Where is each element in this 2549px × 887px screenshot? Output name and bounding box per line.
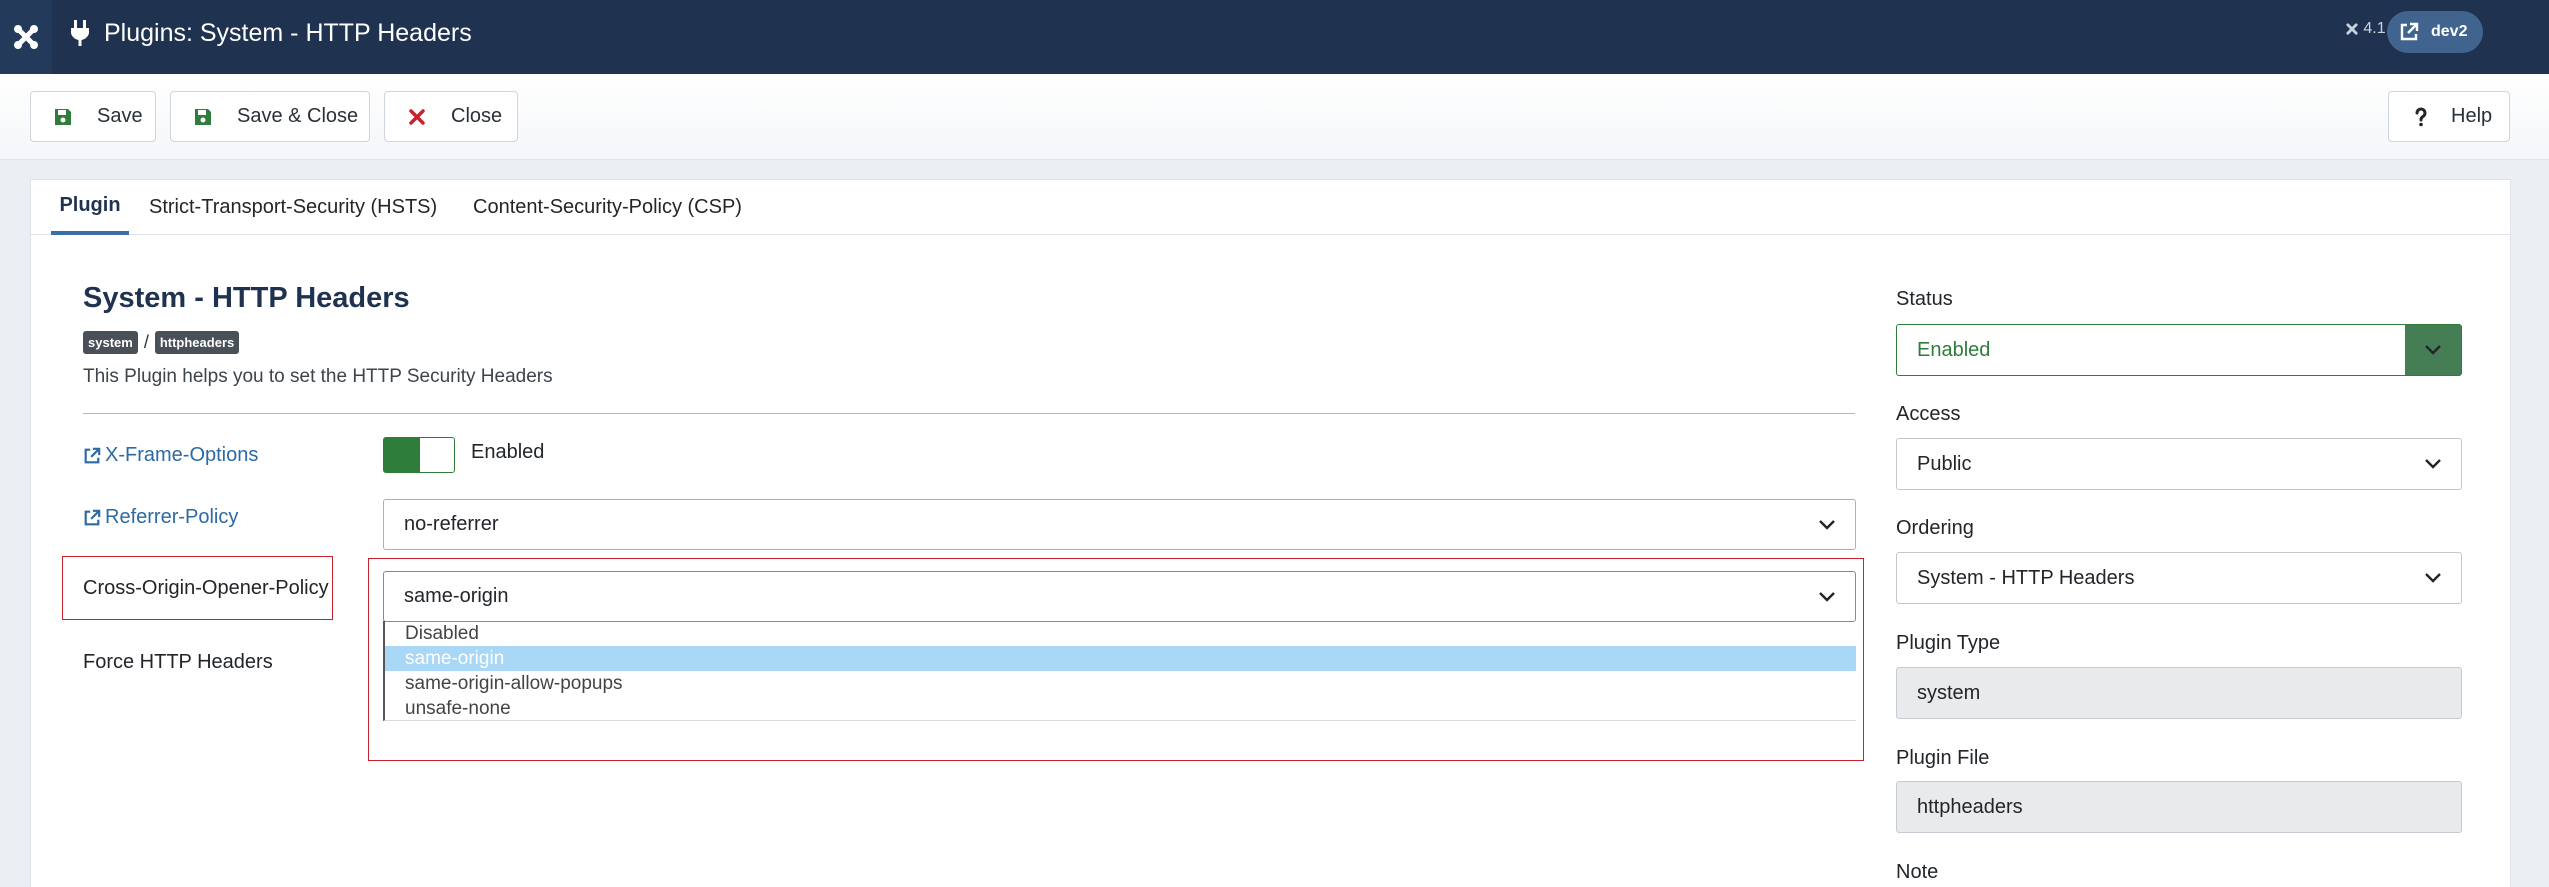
ordering-label: Ordering — [1896, 517, 1974, 539]
plugin-file-field: httpheaders — [1896, 781, 2462, 833]
plugin-description: This Plugin helps you to set the HTTP Se… — [83, 366, 553, 387]
referrer-select[interactable]: no-referrer — [383, 499, 1856, 550]
tab-csp[interactable]: Content-Security-Policy (CSP) — [473, 180, 742, 235]
dropdown-option[interactable]: same-origin-allow-popups — [385, 671, 1856, 696]
external-link-icon — [84, 447, 101, 463]
dropdown-option-selected[interactable]: same-origin — [385, 646, 1856, 671]
badge-separator: / — [143, 332, 149, 352]
access-label: Access — [1896, 403, 1961, 425]
plugin-type-field: system — [1896, 667, 2462, 719]
page-title: Plugins: System - HTTP Headers — [68, 0, 472, 66]
ordering-select[interactable]: System - HTTP Headers — [1896, 552, 2462, 604]
close-label: Close — [451, 105, 503, 127]
status-value: Enabled — [1917, 338, 1991, 361]
save-label: Save — [97, 105, 143, 127]
element-badge: httpheaders — [154, 331, 240, 354]
tab-plugin[interactable]: Plugin — [51, 180, 129, 235]
help-label: Help — [2451, 105, 2493, 127]
plugin-file-label: Plugin File — [1896, 747, 1990, 769]
force-headers-label: Force HTTP Headers — [83, 651, 273, 673]
plugin-badges: system / httpheaders — [83, 331, 240, 354]
xframe-value: Enabled — [471, 441, 545, 463]
status-label: Status — [1896, 288, 1953, 310]
ordering-value: System - HTTP Headers — [1917, 566, 2135, 589]
external-link-icon — [2400, 22, 2419, 41]
coop-dropdown-list: Disabled same-origin same-origin-allow-p… — [383, 621, 1856, 721]
referrer-value: no-referrer — [404, 513, 499, 535]
user-menu-button[interactable]: dev2 — [2387, 11, 2483, 53]
chevron-down-icon — [1799, 572, 1855, 621]
chevron-down-icon — [1799, 500, 1855, 549]
status-select[interactable]: Enabled — [1896, 324, 2462, 376]
chevron-down-icon — [2405, 553, 2461, 603]
coop-select[interactable]: same-origin — [383, 571, 1856, 622]
plug-icon — [71, 20, 89, 46]
joomla-logo[interactable] — [0, 0, 52, 74]
coop-label: Cross-Origin-Opener-Policy — [83, 577, 329, 599]
referrer-label: Referrer-Policy — [105, 506, 239, 528]
toolbar: Save Save & Close Close Help — [0, 74, 2549, 160]
note-label: Note — [1896, 861, 1939, 883]
tab-bar: Plugin Strict-Transport-Security (HSTS) … — [31, 180, 2510, 235]
coop-value: same-origin — [404, 585, 509, 607]
edit-card: Plugin Strict-Transport-Security (HSTS) … — [30, 179, 2511, 887]
plugin-heading: System - HTTP Headers — [83, 282, 410, 314]
joomla-small-icon — [2346, 23, 2359, 35]
help-button[interactable]: Help — [2388, 91, 2510, 142]
xframe-label-link[interactable]: X-Frame-Options — [83, 444, 258, 467]
page-title-text: Plugins: System - HTTP Headers — [104, 18, 472, 47]
app-header: Plugins: System - HTTP Headers 4.1.2 dev… — [0, 0, 2549, 74]
chevron-down-icon — [2405, 325, 2461, 375]
chevron-down-icon — [2405, 439, 2461, 489]
save-button[interactable]: Save — [30, 91, 156, 142]
joomla-icon — [14, 25, 38, 49]
divider — [83, 413, 1855, 414]
xframe-label: X-Frame-Options — [105, 444, 259, 466]
close-icon — [409, 108, 425, 125]
close-button[interactable]: Close — [384, 91, 518, 142]
question-icon — [2415, 107, 2427, 126]
external-link-icon — [84, 509, 101, 525]
tab-hsts[interactable]: Strict-Transport-Security (HSTS) — [149, 180, 437, 235]
save-close-button[interactable]: Save & Close — [170, 91, 370, 142]
access-select[interactable]: Public — [1896, 438, 2462, 490]
save-close-label: Save & Close — [237, 105, 359, 127]
plugin-type-label: Plugin Type — [1896, 632, 2001, 654]
user-name: dev2 — [2431, 23, 2468, 40]
save-icon — [195, 108, 211, 125]
referrer-label-link[interactable]: Referrer-Policy — [83, 506, 238, 529]
xframe-toggle[interactable] — [383, 437, 455, 473]
toggle-knob — [384, 438, 420, 472]
access-value: Public — [1917, 452, 1972, 475]
save-icon — [55, 108, 71, 125]
dropdown-option[interactable]: unsafe-none — [385, 696, 1856, 721]
folder-badge: system — [83, 331, 138, 354]
dropdown-option[interactable]: Disabled — [385, 621, 1856, 646]
